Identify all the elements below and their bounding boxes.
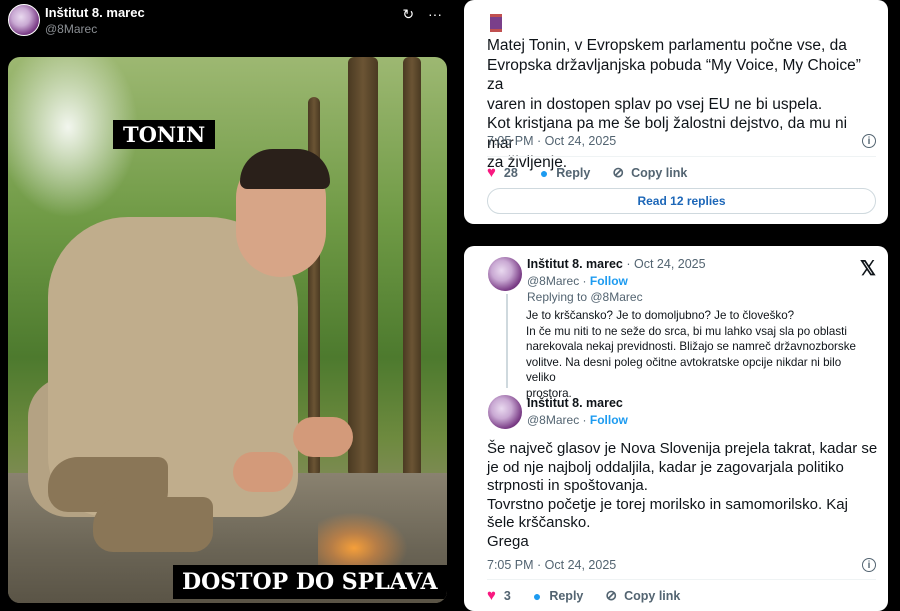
- heart-icon: ♥: [487, 164, 496, 181]
- author-name[interactable]: Inštitut 8. marec: [45, 5, 145, 20]
- copy-link-label: Copy link: [631, 165, 688, 180]
- heart-icon: ♥: [487, 587, 496, 604]
- link-icon: ⊘: [605, 587, 618, 603]
- author-avatar[interactable]: [8, 4, 40, 36]
- tweet-1-timestamp[interactable]: 7:05 PM · Oct 24, 2025: [487, 134, 616, 148]
- follow-button[interactable]: Follow: [590, 413, 628, 427]
- follow-button[interactable]: Follow: [590, 274, 628, 288]
- thread-spool-icon: [490, 14, 502, 32]
- author-handle[interactable]: @8Marec: [45, 22, 97, 36]
- tweet-card-1: Matej Tonin, v Evropskem parlamentu počn…: [464, 0, 888, 224]
- tweet-1-actions: ♥ 28 ● Reply ⊘ Copy link: [487, 164, 709, 181]
- tweet-handle[interactable]: @8Marec: [527, 413, 579, 427]
- like-count: 28: [503, 165, 518, 180]
- separator-dot: ·: [582, 274, 587, 288]
- divider: [487, 579, 876, 580]
- tree-trunk: [348, 57, 378, 477]
- tweet-2-timestamp[interactable]: 7:05 PM · Oct 24, 2025: [487, 558, 616, 572]
- header-icons: ↻ ···: [392, 6, 442, 23]
- reply-button[interactable]: ● Reply: [533, 588, 584, 604]
- quoted-line: narekovala nekaj previdnosti. Bližajo se…: [526, 340, 856, 354]
- reply-label: Reply: [556, 165, 591, 180]
- more-icon[interactable]: ···: [428, 6, 442, 22]
- tweet-handle-line: @8Marec · Follow: [527, 274, 628, 288]
- tweet-text-line: Še največ glasov je Nova Slovenija preje…: [487, 440, 878, 457]
- tweet-author-line: Inštitut 8. marec · Oct 24, 2025: [527, 257, 706, 271]
- image-caption-top: TONIN: [113, 120, 216, 149]
- thread-line: [506, 294, 508, 388]
- replying-to[interactable]: Replying to @8Marec: [527, 290, 643, 304]
- tweet-2-actions: ♥ 3 ● Reply ⊘ Copy link: [487, 587, 702, 604]
- tweet-text-line: Grega: [487, 532, 529, 550]
- refresh-icon[interactable]: ↻: [402, 6, 414, 22]
- tweet-text-line: šele krščansko.: [487, 514, 591, 531]
- reply-label: Reply: [549, 588, 584, 603]
- x-logo-icon[interactable]: 𝕏: [860, 256, 876, 281]
- quoted-line: In če mu niti to ne seže do srca, bi mu …: [526, 324, 847, 338]
- post-image[interactable]: TONIN DOSTOP DO SPLAVA: [8, 57, 447, 603]
- tweet-author-name-2[interactable]: Inštitut 8. marec: [527, 396, 623, 410]
- separator-dot: ·: [582, 413, 587, 427]
- tree-trunk: [403, 57, 421, 497]
- tweet-text-line: Evropska državljanjska pobuda “My Voice,…: [487, 56, 861, 94]
- tweet-author-name[interactable]: Inštitut 8. marec: [527, 257, 623, 271]
- link-icon: ⊘: [612, 164, 625, 180]
- tweet-handle[interactable]: @8Marec: [527, 274, 579, 288]
- tweet-handle-line-2: @8Marec · Follow: [527, 413, 628, 427]
- quoted-line: volitve. Na desni poleg očitne avtokrats…: [526, 355, 842, 385]
- tweet-date[interactable]: · Oct 24, 2025: [626, 257, 705, 271]
- tweet-text-line: Matej Tonin, v Evropskem parlamentu počn…: [487, 37, 847, 54]
- person-hair: [240, 149, 330, 189]
- divider: [487, 156, 876, 157]
- left-post-header: Inštitut 8. marec @8Marec ↻ ···: [8, 4, 448, 44]
- like-count: 3: [503, 588, 511, 603]
- like-button[interactable]: ♥ 28: [487, 164, 518, 181]
- hand: [233, 452, 293, 492]
- tweet-text-line: strpnosti in spoštovanja.: [487, 477, 648, 494]
- author-avatar[interactable]: [487, 394, 523, 430]
- copy-link-button[interactable]: ⊘ Copy link: [612, 164, 687, 181]
- reply-bubble-icon: ●: [539, 164, 549, 181]
- author-avatar[interactable]: [487, 256, 523, 292]
- tweet-text-line: Tovrstno početje je torej morilsko in sa…: [487, 495, 848, 513]
- right-tweets-panel: Matej Tonin, v Evropskem parlamentu počn…: [454, 0, 900, 611]
- like-button[interactable]: ♥ 3: [487, 587, 511, 604]
- copy-link-button[interactable]: ⊘ Copy link: [605, 587, 680, 604]
- info-icon[interactable]: i: [862, 134, 876, 148]
- tweet-2-text: Še največ glasov je Nova Slovenija preje…: [487, 440, 882, 551]
- reply-bubble-icon: ●: [532, 587, 542, 604]
- tweet-text-line: je od nje najbolj oddaljila, kadar je za…: [487, 458, 844, 476]
- boot: [93, 497, 213, 552]
- copy-link-label: Copy link: [624, 588, 681, 603]
- left-post-panel: Inštitut 8. marec @8Marec ↻ ··· TONIN DO…: [0, 0, 454, 605]
- tweet-1-text: Matej Tonin, v Evropskem parlamentu počn…: [487, 36, 877, 173]
- tweet-text-line: varen in dostopen splav po vsej EU ne bi…: [487, 95, 823, 113]
- read-replies-button[interactable]: Read 12 replies: [487, 188, 876, 214]
- hand: [293, 417, 353, 457]
- quoted-tweet-text: Je to krščansko? Je to domoljubno? Je to…: [526, 308, 871, 402]
- tweet-card-2: Inštitut 8. marec · Oct 24, 2025 @8Marec…: [464, 246, 888, 611]
- image-caption-bottom: DOSTOP DO SPLAVA: [173, 565, 447, 599]
- reply-button[interactable]: ● Reply: [540, 165, 591, 181]
- campfire-spark: [318, 512, 408, 572]
- info-icon[interactable]: i: [862, 558, 876, 572]
- quoted-line: Je to krščansko? Je to domoljubno? Je to…: [526, 309, 795, 322]
